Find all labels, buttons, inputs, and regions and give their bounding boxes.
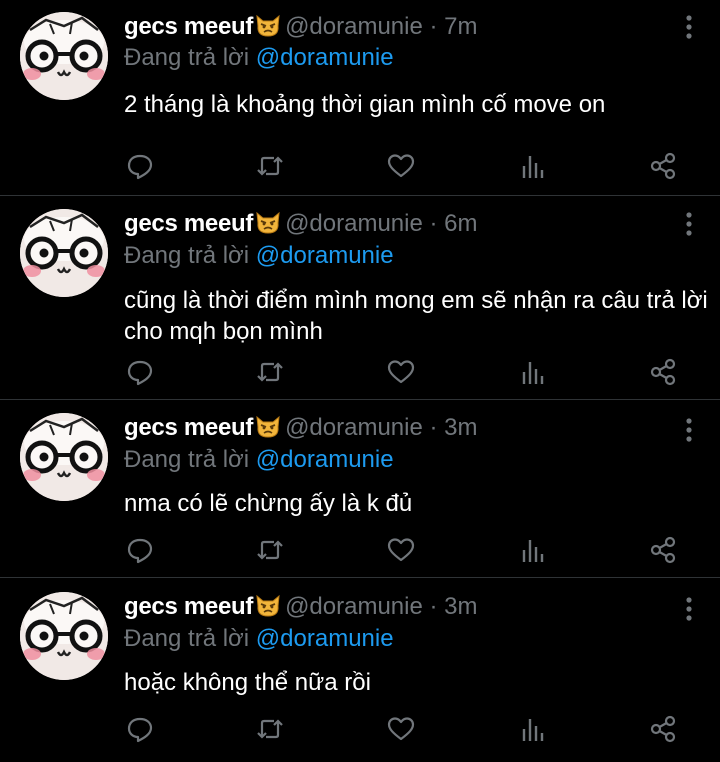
retweet-icon[interactable] — [254, 356, 286, 388]
user-handle[interactable]: @doramunie — [285, 210, 423, 237]
tweet-actions — [124, 534, 684, 566]
pouting-cat-emoji-icon — [255, 413, 281, 439]
tweet[interactable]: gecs meeuf @doramunie · 3m Đang trả lời @… — [0, 578, 720, 762]
share-icon[interactable] — [647, 356, 679, 388]
tweet[interactable]: gecs meeuf @doramunie · 3m Đang trả lời @… — [0, 400, 720, 578]
reply-icon[interactable] — [124, 150, 156, 182]
tweet-actions — [124, 150, 684, 182]
tweet-header: gecs meeuf @doramunie · 3m — [124, 592, 478, 622]
share-icon[interactable] — [647, 534, 679, 566]
user-handle[interactable]: @doramunie — [285, 13, 423, 40]
replying-to: Đang trả lời @doramunie — [124, 241, 394, 271]
replying-to-label: Đang trả lời — [124, 446, 250, 473]
timestamp[interactable]: 3m — [444, 593, 477, 620]
tweet[interactable]: gecs meeuf @doramunie · 6m Đang trả lời @… — [0, 196, 720, 400]
tweet-text: 2 tháng là khoảng thời gian mình cố move… — [124, 91, 606, 118]
tweet-header: gecs meeuf @doramunie · 3m — [124, 413, 478, 443]
reply-icon[interactable] — [124, 356, 156, 388]
replying-to-label: Đang trả lời — [124, 44, 250, 71]
heart-icon[interactable] — [385, 713, 417, 745]
tweet-header: gecs meeuf @doramunie · 7m — [124, 12, 478, 42]
reply-mention-link[interactable]: @doramunie — [256, 44, 394, 71]
separator: · — [429, 414, 438, 441]
display-name[interactable]: gecs meeuf — [124, 13, 253, 40]
tweet-text: hoặc không thể nữa rồi — [124, 669, 371, 696]
replying-to: Đang trả lời @doramunie — [124, 624, 394, 654]
reply-mention-link[interactable]: @doramunie — [256, 625, 394, 652]
tweet-text: nma có lẽ chừng ấy là k đủ — [124, 490, 413, 517]
avatar[interactable] — [20, 209, 108, 297]
tweet-actions — [124, 356, 684, 388]
replying-to: Đang trả lời @doramunie — [124, 43, 394, 73]
tweet-text: cũng là thời điểm mình mong em sẽ nhận r… — [124, 287, 708, 345]
pouting-cat-emoji-icon — [255, 12, 281, 38]
retweet-icon[interactable] — [254, 713, 286, 745]
timestamp[interactable]: 6m — [444, 210, 477, 237]
retweet-icon[interactable] — [254, 534, 286, 566]
replying-to-label: Đang trả lời — [124, 625, 250, 652]
more-vertical-icon[interactable] — [684, 417, 694, 443]
tweet-actions — [124, 713, 684, 745]
share-icon[interactable] — [647, 713, 679, 745]
avatar[interactable] — [20, 413, 108, 501]
heart-icon[interactable] — [385, 150, 417, 182]
reply-icon[interactable] — [124, 534, 156, 566]
avatar[interactable] — [20, 12, 108, 100]
user-handle[interactable]: @doramunie — [285, 593, 423, 620]
replying-to: Đang trả lời @doramunie — [124, 445, 394, 475]
share-icon[interactable] — [647, 150, 679, 182]
reply-mention-link[interactable]: @doramunie — [256, 242, 394, 269]
heart-icon[interactable] — [385, 534, 417, 566]
more-vertical-icon[interactable] — [684, 596, 694, 622]
views-chart-icon[interactable] — [516, 713, 548, 745]
replying-to-label: Đang trả lời — [124, 242, 250, 269]
views-chart-icon[interactable] — [516, 356, 548, 388]
heart-icon[interactable] — [385, 356, 417, 388]
tweet-header: gecs meeuf @doramunie · 6m — [124, 209, 478, 239]
tweet[interactable]: gecs meeuf @doramunie · 7m Đang trả lời @… — [0, 0, 720, 196]
display-name[interactable]: gecs meeuf — [124, 593, 253, 620]
more-vertical-icon[interactable] — [684, 211, 694, 237]
reply-icon[interactable] — [124, 713, 156, 745]
more-vertical-icon[interactable] — [684, 14, 694, 40]
user-handle[interactable]: @doramunie — [285, 414, 423, 441]
pouting-cat-emoji-icon — [255, 592, 281, 618]
retweet-icon[interactable] — [254, 150, 286, 182]
separator: · — [429, 13, 438, 40]
timestamp[interactable]: 3m — [444, 414, 477, 441]
views-chart-icon[interactable] — [516, 534, 548, 566]
display-name[interactable]: gecs meeuf — [124, 210, 253, 237]
reply-mention-link[interactable]: @doramunie — [256, 446, 394, 473]
display-name[interactable]: gecs meeuf — [124, 414, 253, 441]
views-chart-icon[interactable] — [516, 150, 548, 182]
separator: · — [429, 593, 438, 620]
timestamp[interactable]: 7m — [444, 13, 477, 40]
separator: · — [429, 210, 438, 237]
avatar[interactable] — [20, 592, 108, 680]
pouting-cat-emoji-icon — [255, 209, 281, 235]
